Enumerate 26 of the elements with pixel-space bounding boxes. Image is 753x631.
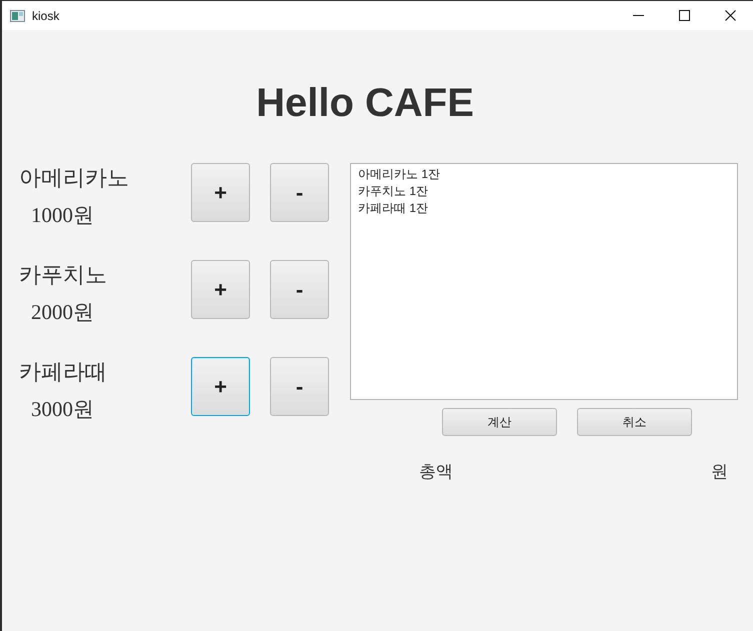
close-icon [724, 10, 736, 21]
menu-item-price: 2000원 [31, 299, 94, 326]
order-list-item: 카푸치노 1잔 [358, 183, 428, 200]
remove-button[interactable]: - [270, 260, 329, 319]
menu-item-name: 카페라때 [19, 358, 107, 386]
order-list-item: 아메리카노 1잔 [358, 166, 440, 183]
menu-item-price: 1000원 [31, 202, 94, 229]
app-icon [10, 10, 25, 22]
currency-unit: 원 [711, 461, 728, 483]
heading: Hello CAFE [256, 81, 474, 125]
minimize-icon [632, 15, 644, 16]
menu-item-name: 아메리카노 [19, 164, 129, 192]
maximize-icon [678, 10, 690, 21]
add-button[interactable]: + [191, 260, 250, 319]
add-button[interactable]: + [191, 163, 250, 222]
cancel-button[interactable]: 취소 [577, 408, 692, 436]
order-list-item: 카페라때 1잔 [358, 200, 428, 217]
window-title: kiosk [32, 8, 60, 24]
order-list[interactable]: 아메리카노 1잔 카푸치노 1잔 카페라때 1잔 [350, 163, 738, 400]
menu-item-name: 카푸치노 [19, 261, 107, 289]
calculate-button[interactable]: 계산 [442, 408, 557, 436]
total-label: 총액 [419, 461, 453, 483]
add-button[interactable]: + [191, 357, 250, 416]
remove-button[interactable]: - [270, 163, 329, 222]
menu-item-price: 3000원 [31, 396, 94, 423]
remove-button[interactable]: - [270, 357, 329, 416]
